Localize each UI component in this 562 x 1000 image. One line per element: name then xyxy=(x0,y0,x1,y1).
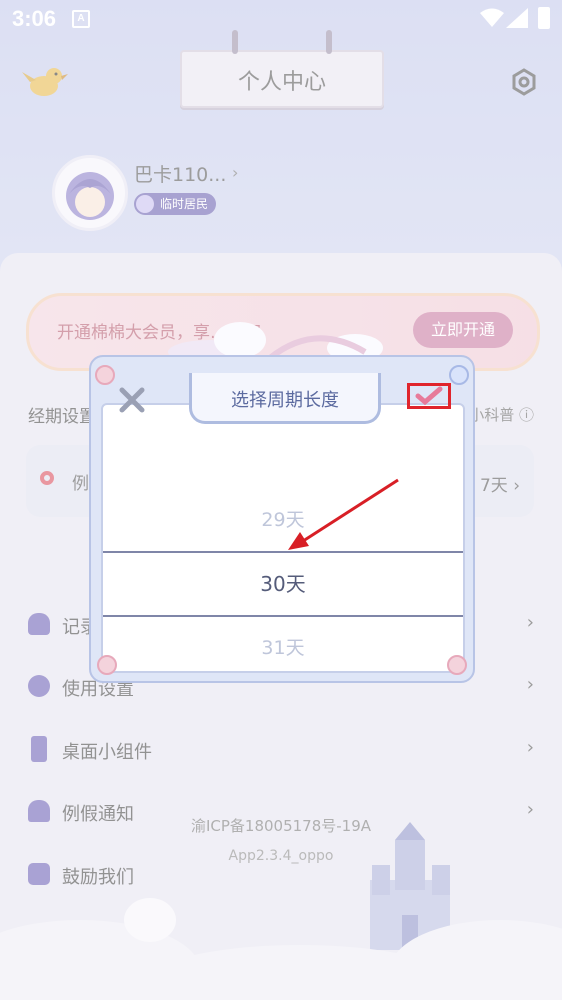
close-icon[interactable] xyxy=(119,387,145,413)
checkmark-icon xyxy=(415,386,443,406)
dialog-title: 选择周期长度 xyxy=(231,390,339,411)
corner-flower-icon xyxy=(97,655,117,675)
heart-icon xyxy=(449,365,469,385)
picker-option[interactable]: 29天 xyxy=(103,489,463,551)
picker-option-selected[interactable]: 30天 xyxy=(103,553,463,615)
picker-panel: 29天 30天 31天 xyxy=(101,403,465,673)
heart-icon xyxy=(95,365,115,385)
dialog-title-tab: 选择周期长度 xyxy=(189,373,381,424)
cycle-length-dialog: 29天 30天 31天 选择周期长度 xyxy=(89,355,475,683)
confirm-button[interactable] xyxy=(407,383,451,409)
corner-flower-icon xyxy=(447,655,467,675)
picker-option[interactable]: 31天 xyxy=(103,617,463,671)
